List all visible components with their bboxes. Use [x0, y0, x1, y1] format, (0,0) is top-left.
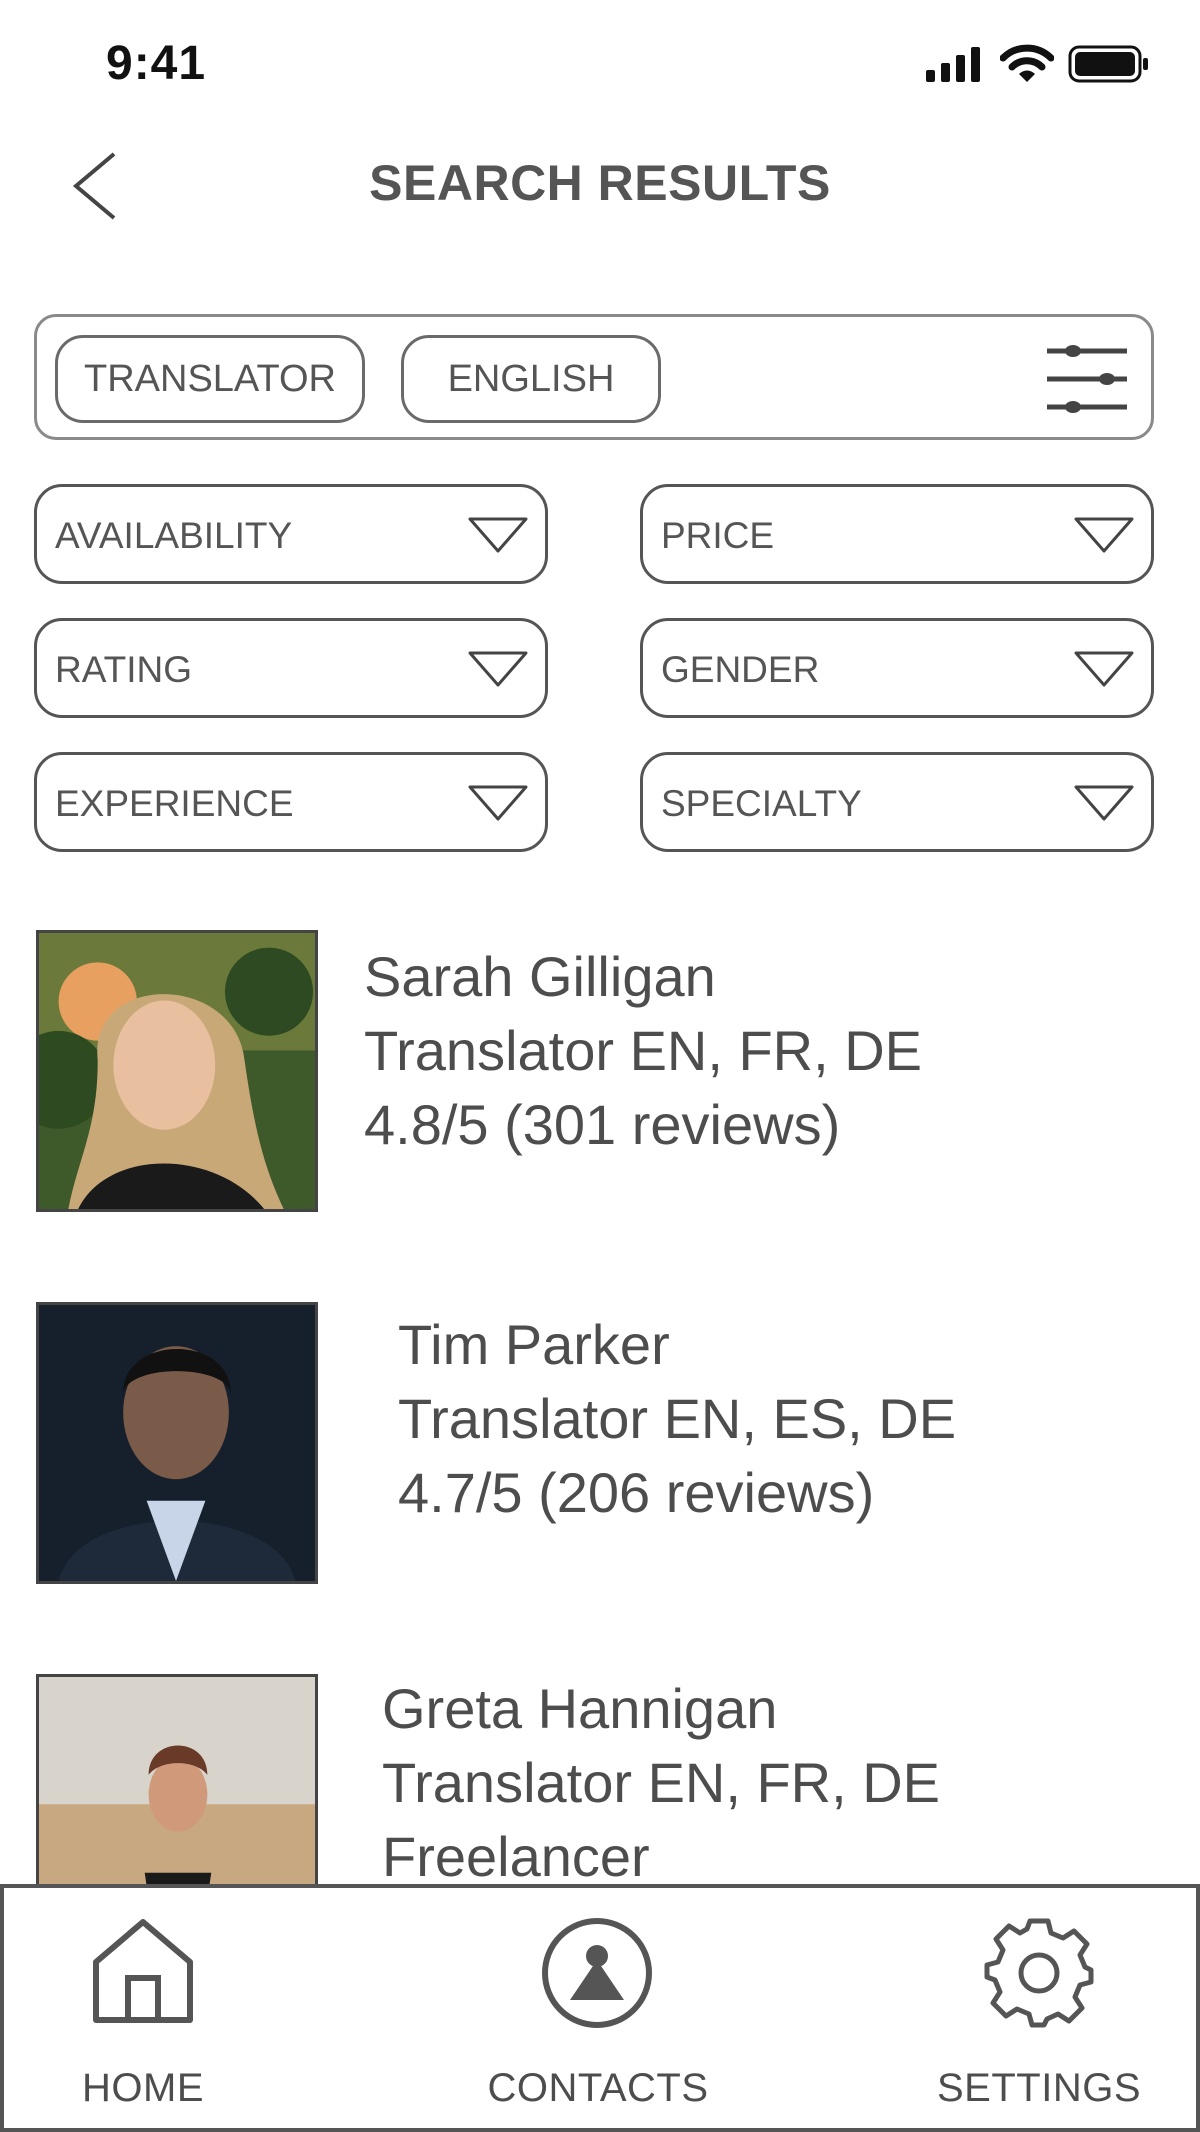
search-chip-english[interactable]: ENGLISH	[401, 335, 661, 423]
signal-icon	[926, 47, 980, 82]
dropdown-label: RATING	[55, 649, 193, 690]
triangle-down-icon	[468, 651, 528, 687]
avatar	[36, 1302, 318, 1584]
gear-icon	[984, 1918, 1094, 2028]
result-role: Translator EN, FR, DE	[382, 1751, 941, 1814]
result-detail: Freelancer	[382, 1825, 650, 1888]
nav-label: HOME	[82, 2066, 204, 2110]
dropdown-label: GENDER	[661, 649, 820, 690]
status-time: 9:41	[106, 37, 207, 90]
triangle-down-icon	[468, 785, 528, 821]
wifi-icon	[1000, 44, 1054, 82]
triangle-down-icon	[1074, 517, 1134, 553]
bottom-nav: HOME CONTACTS SETTINGS	[0, 1884, 1200, 2132]
result-info: Sarah Gilligan Translator EN, FR, DE 4.8…	[364, 940, 922, 1162]
avatar	[36, 930, 318, 1212]
dropdown-label: AVAILABILITY	[55, 515, 293, 556]
nav-settings[interactable]: SETTINGS	[924, 1888, 1154, 2132]
nav-label: CONTACTS	[487, 2066, 709, 2110]
status-icons	[926, 44, 1150, 84]
filter-gender-dropdown[interactable]: GENDER	[640, 618, 1154, 718]
filter-rating-dropdown[interactable]: RATING	[34, 618, 548, 718]
result-rating: 4.7/5 (206 reviews)	[398, 1461, 875, 1524]
search-chip-translator[interactable]: TRANSLATOR	[55, 335, 365, 423]
result-role: Translator EN, FR, DE	[364, 1019, 923, 1082]
dropdown-label: SPECIALTY	[661, 783, 862, 824]
nav-label: SETTINGS	[936, 2066, 1142, 2110]
result-name: Sarah Gilligan	[364, 945, 716, 1008]
status-bar: 9:41	[0, 0, 1200, 120]
result-info: Greta Hannigan Translator EN, FR, DE Fre…	[382, 1672, 940, 1894]
result-item[interactable]: Tim Parker Translator EN, ES, DE 4.7/5 (…	[0, 1300, 1200, 1590]
filter-experience-dropdown[interactable]: EXPERIENCE	[34, 752, 548, 852]
result-role: Translator EN, ES, DE	[398, 1387, 957, 1450]
filter-price-dropdown[interactable]: PRICE	[640, 484, 1154, 584]
result-name: Tim Parker	[398, 1313, 670, 1376]
dropdown-label: PRICE	[661, 515, 775, 556]
triangle-down-icon	[468, 517, 528, 553]
triangle-down-icon	[1074, 785, 1134, 821]
sliders-icon	[1047, 345, 1127, 413]
filter-specialty-dropdown[interactable]: SPECIALTY	[640, 752, 1154, 852]
search-box[interactable]: TRANSLATOR ENGLISH	[34, 314, 1154, 440]
dropdown-label: EXPERIENCE	[55, 783, 294, 824]
result-name: Greta Hannigan	[382, 1677, 778, 1740]
triangle-down-icon	[1074, 651, 1134, 687]
result-info: Tim Parker Translator EN, ES, DE 4.7/5 (…	[398, 1308, 956, 1530]
page-title: SEARCH RESULTS	[369, 155, 831, 211]
battery-icon	[1068, 45, 1148, 83]
filter-settings-button[interactable]	[1045, 343, 1129, 415]
result-rating: 4.8/5 (301 reviews)	[364, 1093, 841, 1156]
nav-contacts[interactable]: CONTACTS	[468, 1888, 728, 2132]
filter-availability-dropdown[interactable]: AVAILABILITY	[34, 484, 548, 584]
result-item[interactable]: Sarah Gilligan Translator EN, FR, DE 4.8…	[0, 928, 1200, 1218]
home-icon	[93, 1919, 193, 2023]
nav-home[interactable]: HOME	[48, 1888, 238, 2132]
contact-icon	[542, 1918, 652, 2028]
